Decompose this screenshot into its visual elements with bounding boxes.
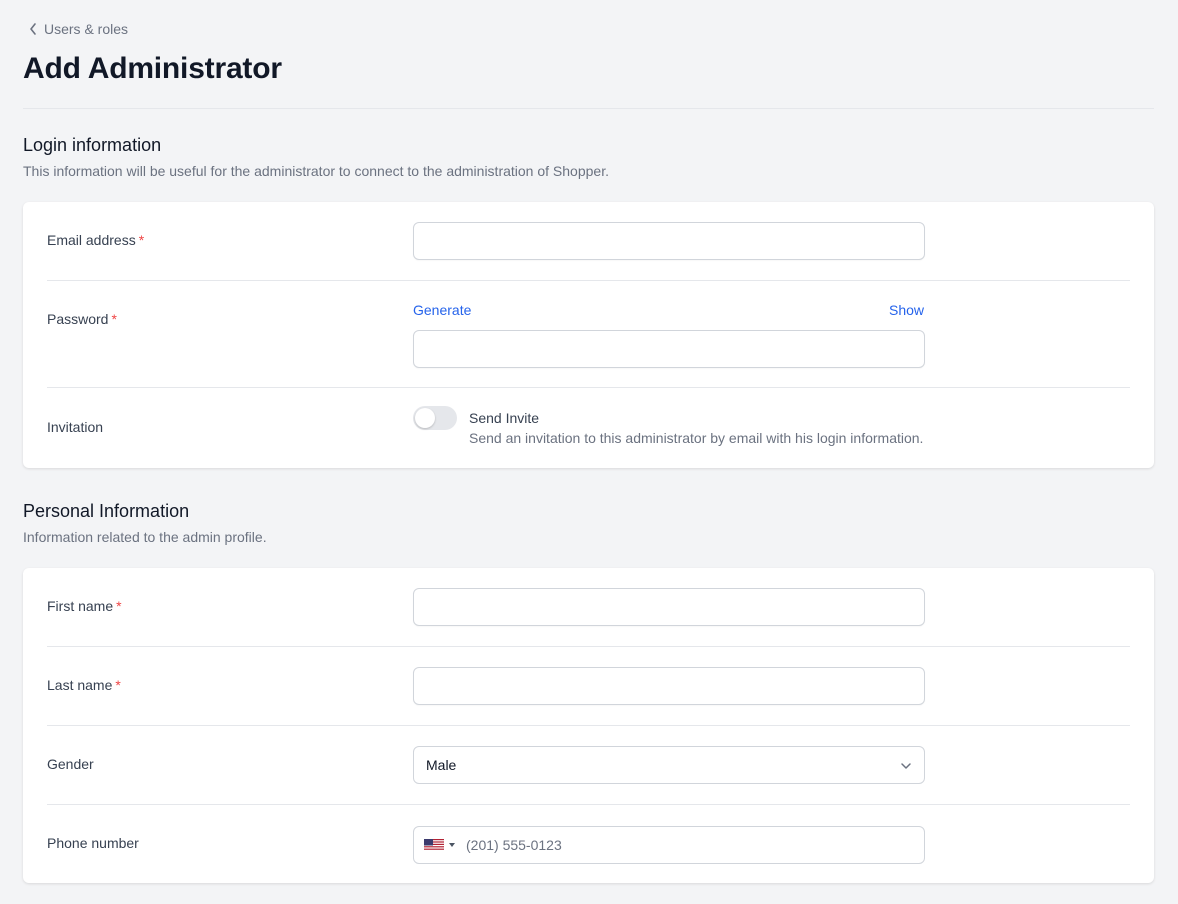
breadcrumb-label[interactable]: Users & roles — [44, 21, 128, 37]
email-label-text: Email address — [47, 232, 136, 248]
invitation-label: Invitation — [47, 419, 104, 435]
password-label-text: Password — [47, 311, 109, 327]
phone-field — [413, 826, 925, 864]
phone-label: Phone number — [47, 835, 139, 851]
first-name-input[interactable] — [413, 588, 925, 626]
chevron-left-icon — [30, 23, 36, 35]
caret-down-icon — [449, 843, 455, 847]
required-mark: * — [111, 311, 117, 327]
invitation-row: Invitation Send Invite Send an invitatio… — [47, 388, 1130, 468]
show-password-link[interactable]: Show — [889, 302, 924, 318]
password-label: Password * — [47, 311, 117, 327]
required-mark: * — [138, 232, 145, 248]
toggle-knob — [415, 408, 435, 428]
login-card: Email address * Password * Generate Show I… — [23, 202, 1154, 468]
last-name-row: Last name * — [47, 647, 1130, 726]
email-input[interactable] — [413, 222, 925, 260]
phone-row: Phone number — [47, 805, 1130, 883]
us-flag-icon — [424, 839, 444, 851]
last-name-label: Last name * — [47, 677, 121, 693]
login-section-title: Login information — [23, 135, 162, 155]
required-mark: * — [116, 598, 122, 614]
required-mark: * — [115, 677, 121, 693]
chevron-down-icon — [901, 763, 911, 769]
generate-password-link[interactable]: Generate — [413, 302, 471, 318]
breadcrumb[interactable]: Users & roles — [28, 21, 128, 37]
first-name-label: First name * — [47, 598, 122, 614]
gender-selected-value: Male — [426, 757, 457, 773]
gender-label: Gender — [47, 756, 94, 772]
password-input[interactable] — [413, 330, 925, 368]
gender-select[interactable]: Male — [413, 746, 925, 784]
last-name-input[interactable] — [413, 667, 925, 705]
email-label: Email address * — [47, 232, 144, 248]
gender-row: Gender Male — [47, 726, 1130, 805]
personal-section-title: Personal Information — [23, 501, 190, 521]
email-row: Email address * — [47, 202, 1130, 281]
personal-card: First name * Last name * Gender Male Phone… — [23, 568, 1154, 883]
send-invite-toggle[interactable] — [413, 406, 457, 430]
personal-section-description: Information related to the admin profile… — [23, 529, 267, 545]
page-title: Add Administrator — [23, 52, 282, 85]
first-name-row: First name * — [47, 568, 1130, 647]
phone-input[interactable] — [464, 827, 924, 863]
password-row: Password * Generate Show — [47, 281, 1130, 388]
send-invite-title: Send Invite — [469, 410, 540, 426]
last-name-label-text: Last name — [47, 677, 113, 693]
first-name-label-text: First name — [47, 598, 114, 614]
divider — [23, 108, 1154, 109]
login-section-description: This information will be useful for the … — [23, 163, 609, 179]
country-selector[interactable] — [414, 827, 464, 863]
send-invite-description: Send an invitation to this administrator… — [469, 430, 924, 446]
